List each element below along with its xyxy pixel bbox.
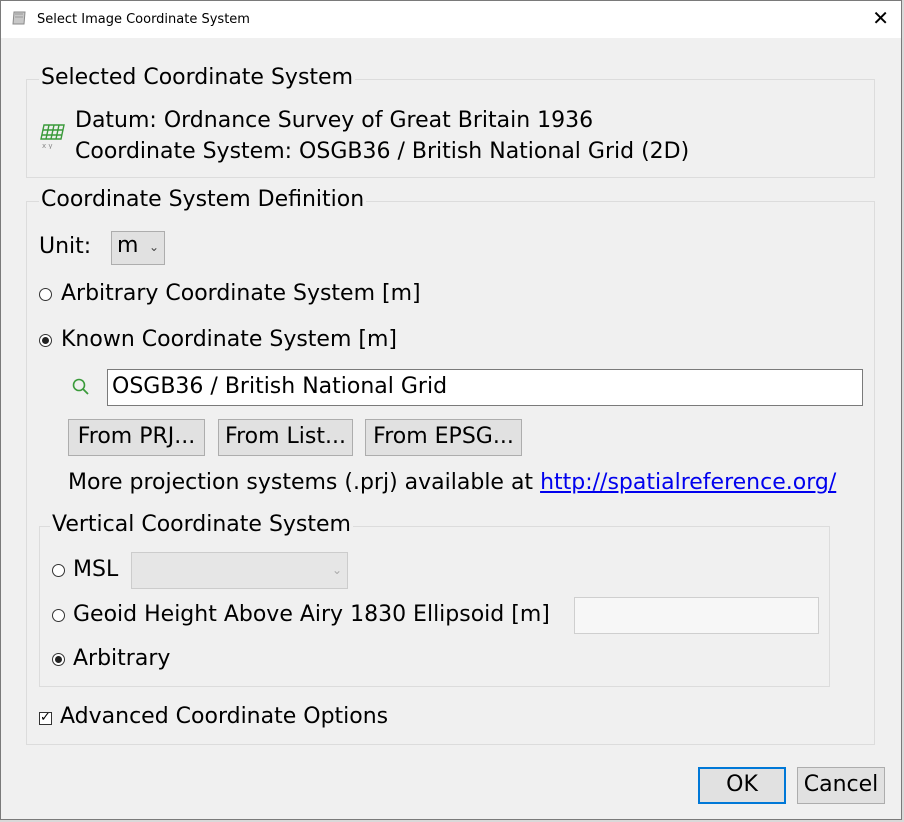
msl-label[interactable]: MSL: [73, 557, 118, 582]
coordinate-system-text: Coordinate System: OSGB36 / British Nati…: [75, 139, 690, 164]
known-coordinate-radio[interactable]: [39, 334, 52, 347]
geoid-radio[interactable]: [52, 609, 65, 622]
selected-coordinate-title: Selected Coordinate System: [39, 65, 355, 90]
title-bar[interactable]: Select Image Coordinate System ✕: [1, 1, 901, 38]
from-list-button[interactable]: From List...: [218, 419, 353, 456]
more-projections-text: More projection systems (.prj) available…: [68, 470, 836, 495]
coordinate-search-input[interactable]: OSGB36 / British National Grid: [107, 369, 863, 406]
datum-text: Datum: Ordnance Survey of Great Britain …: [75, 108, 594, 133]
unit-select[interactable]: m ⌄: [111, 231, 165, 265]
msl-radio[interactable]: [52, 564, 65, 577]
window-title: Select Image Coordinate System: [37, 12, 250, 27]
chevron-down-icon: ⌄: [148, 240, 159, 254]
chevron-down-icon: ⌄: [331, 563, 342, 577]
vertical-arbitrary-label[interactable]: Arbitrary: [73, 646, 170, 671]
from-epsg-button[interactable]: From EPSG...: [365, 419, 522, 456]
known-coordinate-label[interactable]: Known Coordinate System [m]: [61, 327, 397, 352]
msl-select[interactable]: ⌄: [131, 552, 348, 589]
app-icon: [12, 11, 26, 25]
from-prj-button[interactable]: From PRJ...: [68, 419, 205, 456]
geoid-label[interactable]: Geoid Height Above Airy 1830 Ellipsoid […: [73, 602, 550, 627]
close-icon[interactable]: ✕: [872, 6, 889, 30]
ok-button[interactable]: OK: [698, 767, 786, 804]
definition-title: Coordinate System Definition: [39, 187, 367, 212]
more-projections-label: More projection systems (.prj) available…: [68, 470, 534, 495]
arbitrary-coordinate-label[interactable]: Arbitrary Coordinate System [m]: [61, 281, 421, 306]
unit-value: m: [117, 233, 139, 258]
advanced-options-label[interactable]: Advanced Coordinate Options: [60, 704, 388, 729]
advanced-options-checkbox[interactable]: ✓: [39, 710, 52, 725]
unit-label: Unit:: [39, 234, 92, 259]
cancel-button[interactable]: Cancel: [797, 767, 885, 804]
grid-xy-icon: x y: [40, 124, 65, 149]
arbitrary-coordinate-radio[interactable]: [39, 288, 52, 301]
vertical-arbitrary-radio[interactable]: [52, 653, 65, 666]
svg-text:x y: x y: [42, 142, 53, 149]
search-icon: [72, 378, 89, 395]
checkmark-icon: ✓: [40, 710, 51, 725]
vertical-title: Vertical Coordinate System: [50, 512, 353, 537]
spatialreference-link[interactable]: http://spatialreference.org/: [540, 470, 836, 495]
dialog-window: Select Image Coordinate System ✕ Selecte…: [0, 0, 902, 820]
geoid-height-input[interactable]: [574, 597, 819, 634]
